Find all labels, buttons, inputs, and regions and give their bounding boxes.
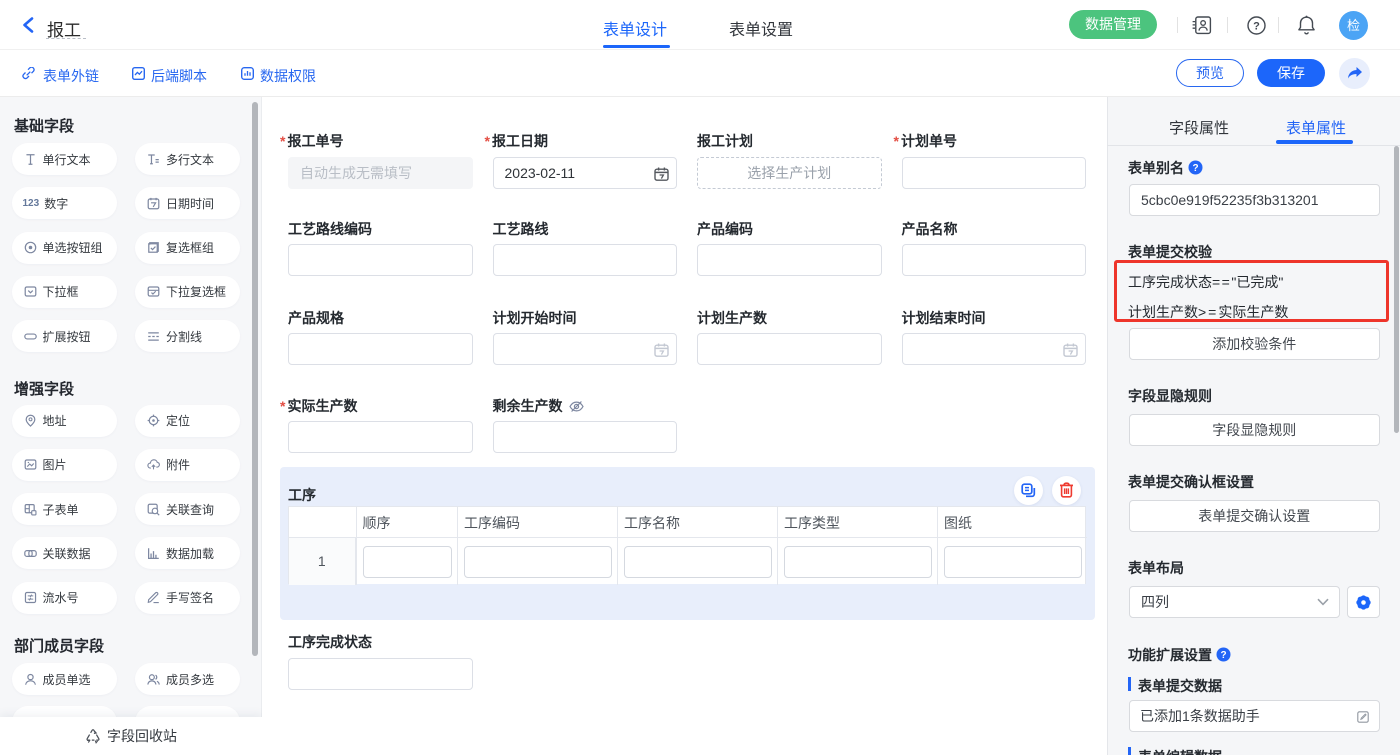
- svg-text:?: ?: [1192, 163, 1198, 174]
- svg-text:?: ?: [1253, 20, 1260, 32]
- svg-text:?: ?: [1220, 650, 1226, 661]
